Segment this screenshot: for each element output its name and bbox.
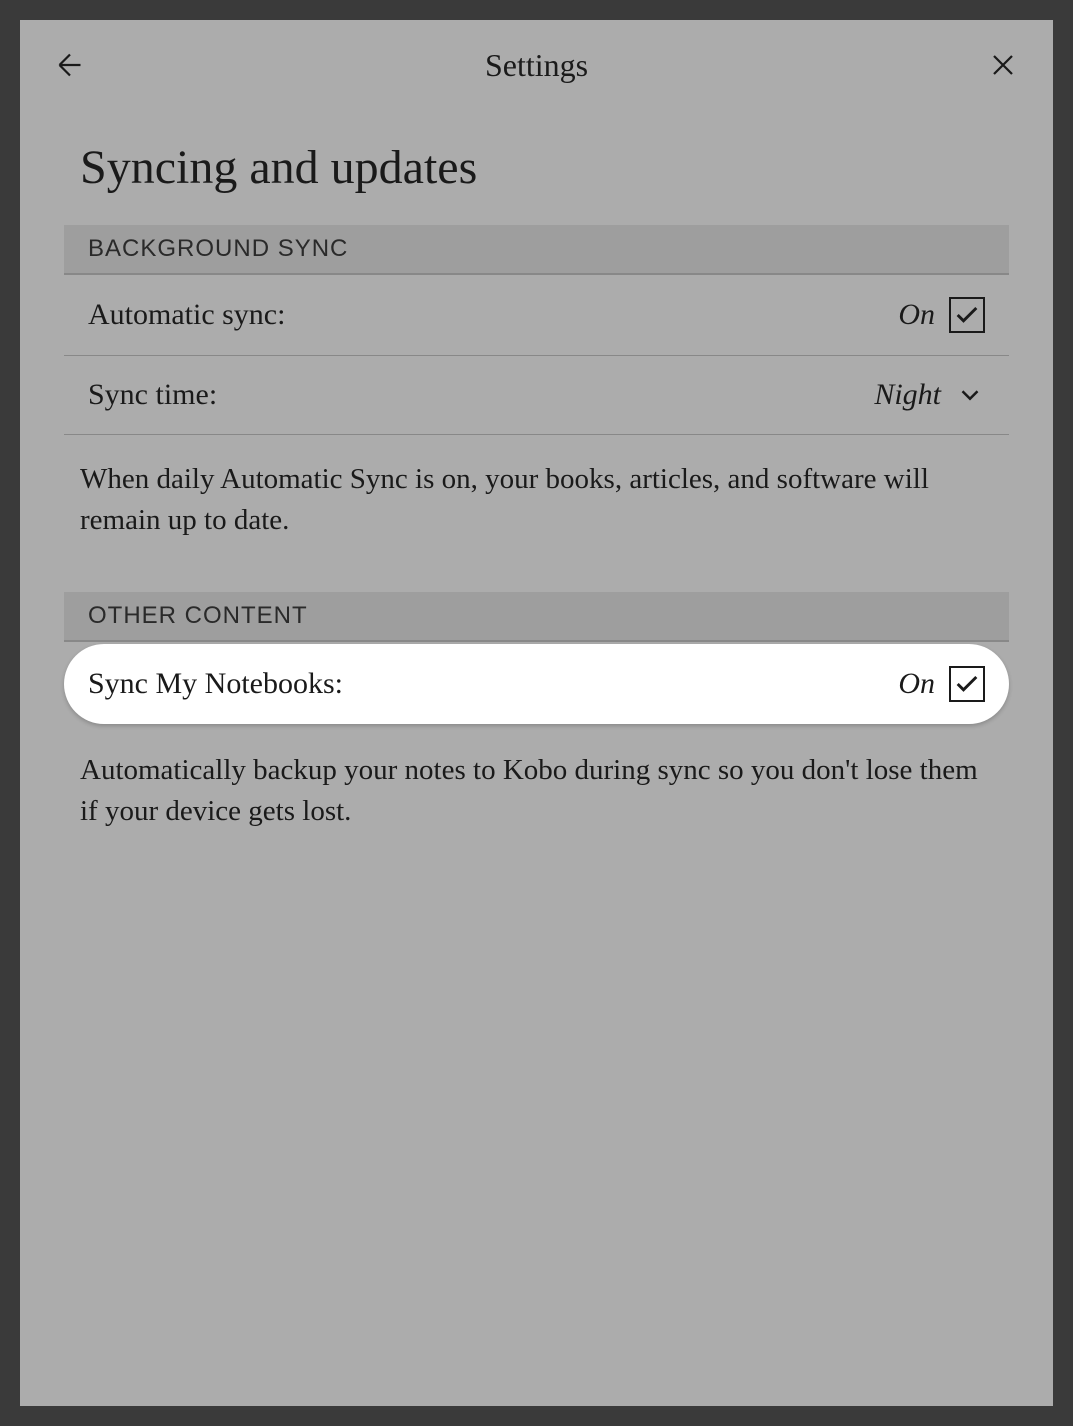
close-icon [985,47,1021,83]
section-header-other-content: OTHER CONTENT [64,592,1009,642]
back-button[interactable] [50,45,90,85]
other-content-description: Automatically backup your notes to Kobo … [20,726,1053,869]
background-sync-description: When daily Automatic Sync is on, your bo… [20,435,1053,578]
header-title: Settings [90,47,983,84]
sync-notebooks-value: On [898,667,935,701]
automatic-sync-label: Automatic sync: [88,298,285,332]
automatic-sync-row[interactable]: Automatic sync: On [64,275,1009,356]
sync-time-value-group: Night [874,378,985,412]
settings-header: Settings [20,20,1053,110]
sync-time-row[interactable]: Sync time: Night [64,356,1009,435]
sync-time-dropdown[interactable] [955,380,985,410]
chevron-down-icon [955,380,985,410]
automatic-sync-value: On [898,298,935,332]
automatic-sync-checkbox[interactable] [949,297,985,333]
sync-time-value: Night [874,378,941,412]
checkmark-icon [953,670,981,698]
checkmark-icon [953,301,981,329]
page-title: Syncing and updates [20,110,1053,225]
automatic-sync-value-group: On [898,297,985,333]
sync-time-label: Sync time: [88,378,217,412]
arrow-left-icon [52,47,88,83]
sync-notebooks-label: Sync My Notebooks: [88,667,343,701]
close-button[interactable] [983,45,1023,85]
section-header-background-sync: BACKGROUND SYNC [64,225,1009,275]
sync-notebooks-value-group: On [898,666,985,702]
sync-notebooks-checkbox[interactable] [949,666,985,702]
sync-notebooks-row[interactable]: Sync My Notebooks: On [64,644,1009,724]
